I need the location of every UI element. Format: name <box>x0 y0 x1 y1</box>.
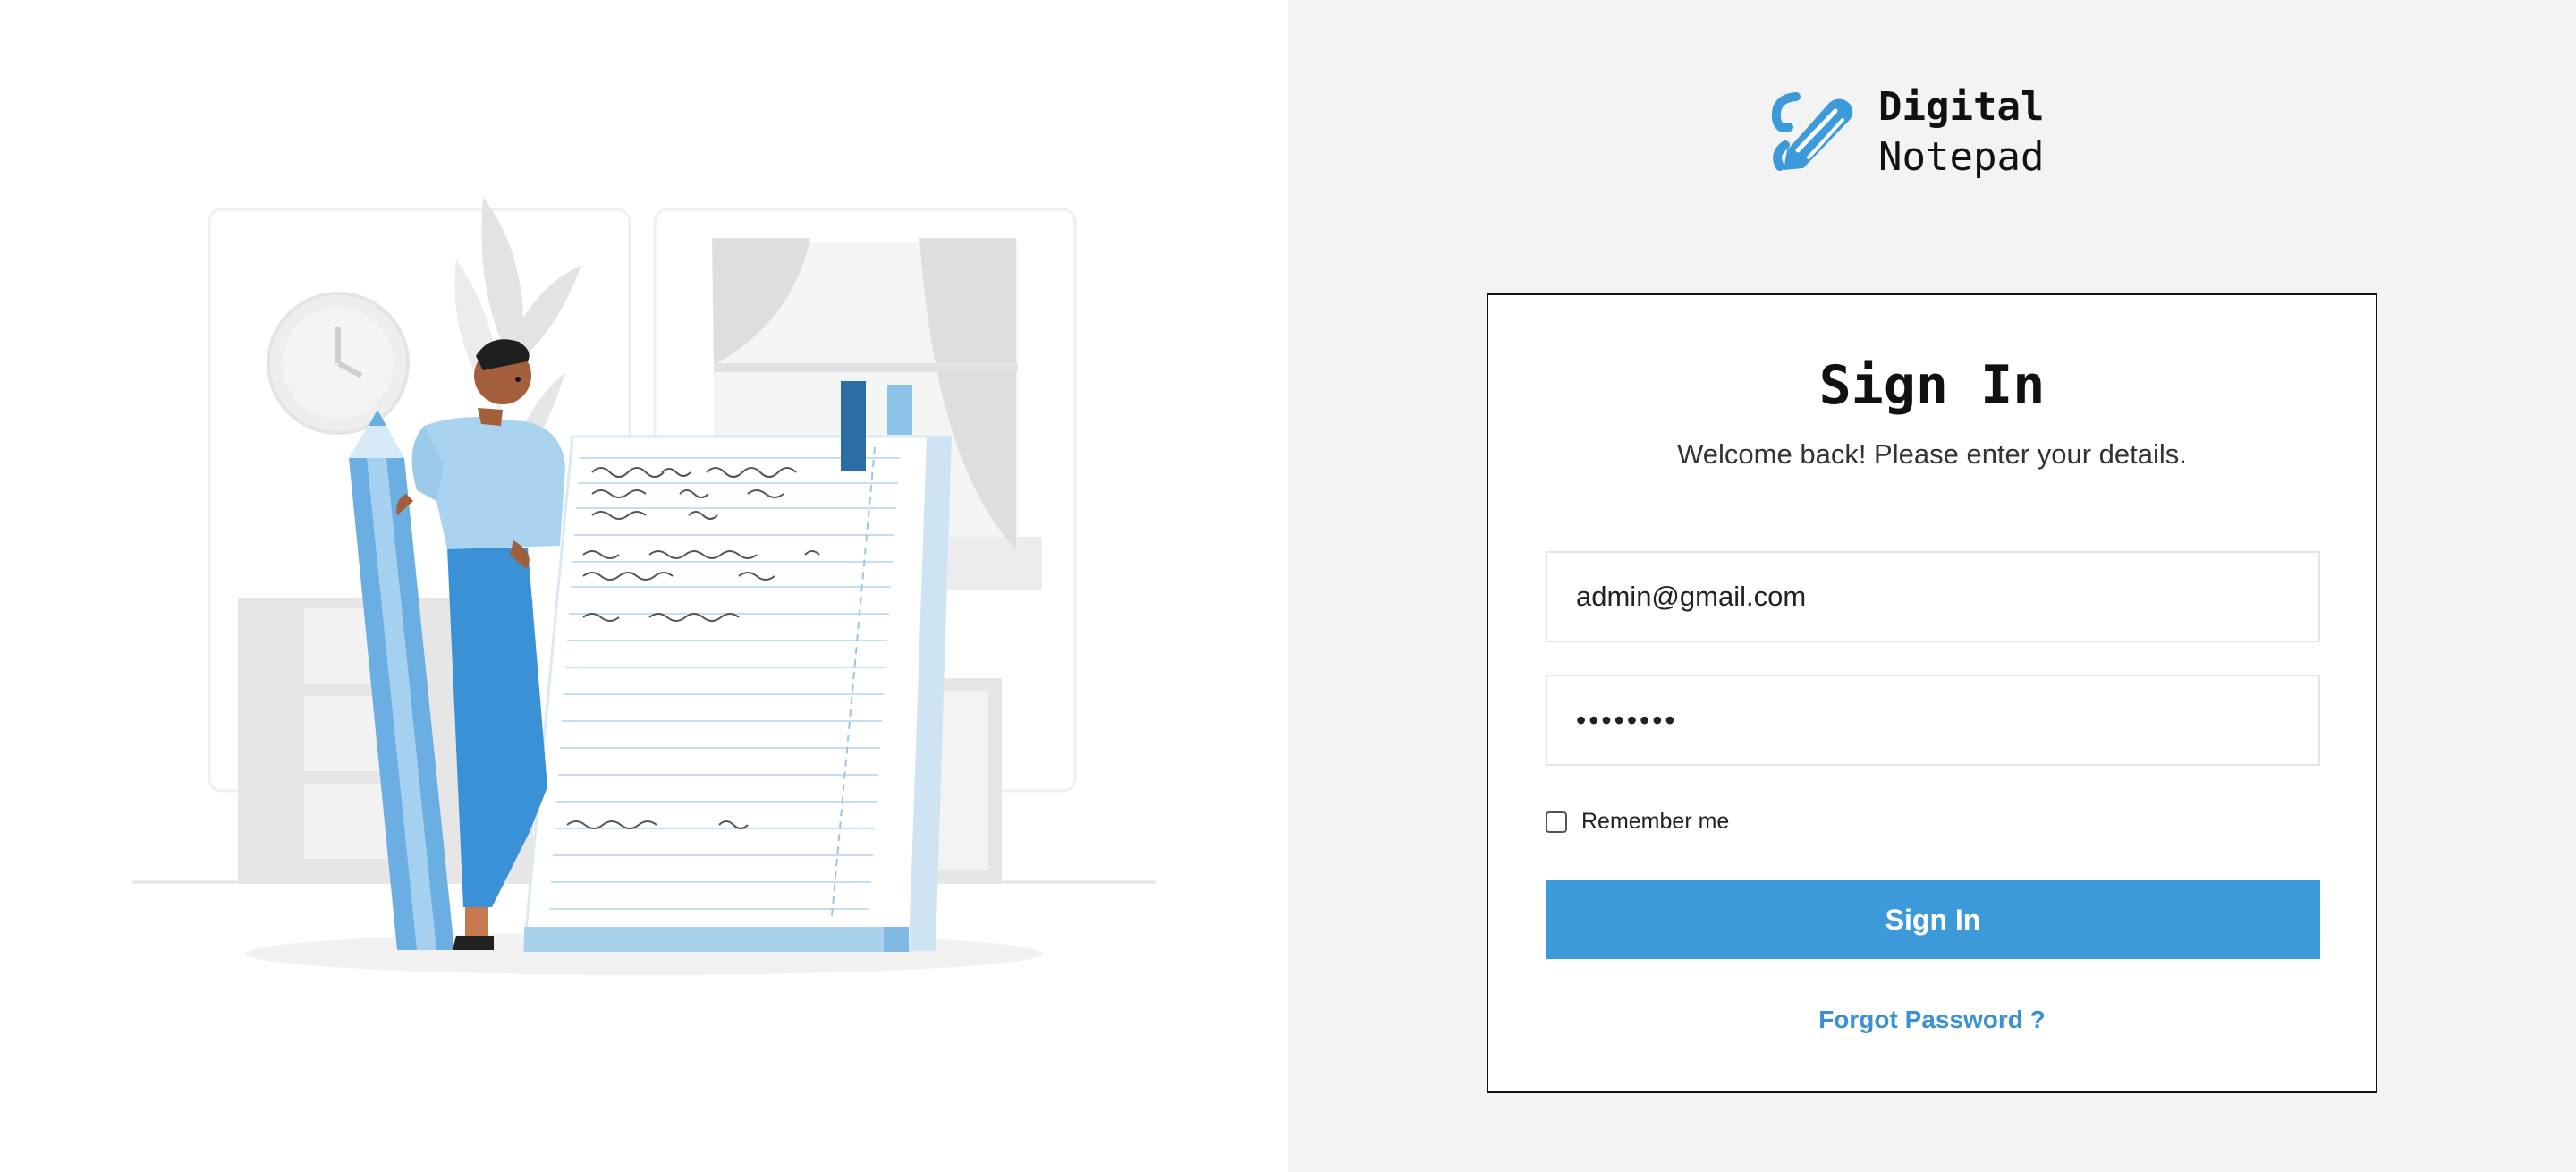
checkbox-icon[interactable] <box>1546 811 1567 833</box>
signin-panel: Digital Notepad Sign In Welcome back! Pl… <box>1288 0 2576 1172</box>
signin-subtitle: Welcome back! Please enter your details. <box>1677 438 2187 470</box>
illustration-panel <box>0 0 1288 1172</box>
pencil-logo-icon <box>1771 92 1853 171</box>
signin-card: Sign In Welcome back! Please enter your … <box>1487 293 2377 1093</box>
remember-me-label: Remember me <box>1581 809 1730 834</box>
brand-name: Digital Notepad <box>1878 82 2044 183</box>
signin-title: Sign In <box>1818 354 2046 417</box>
brand-name-line2: Notepad <box>1878 134 2045 180</box>
brand-logo: Digital Notepad <box>1771 82 2044 183</box>
password-input[interactable] <box>1546 675 2320 766</box>
email-input[interactable] <box>1546 551 2320 642</box>
brand-name-line1: Digital <box>1878 84 2045 130</box>
notepad-illustration <box>132 197 1156 975</box>
sign-in-button[interactable]: Sign In <box>1546 880 2320 959</box>
forgot-password-link[interactable]: Forgot Password ? <box>1488 1006 2376 1034</box>
remember-me[interactable]: Remember me <box>1546 809 1729 835</box>
